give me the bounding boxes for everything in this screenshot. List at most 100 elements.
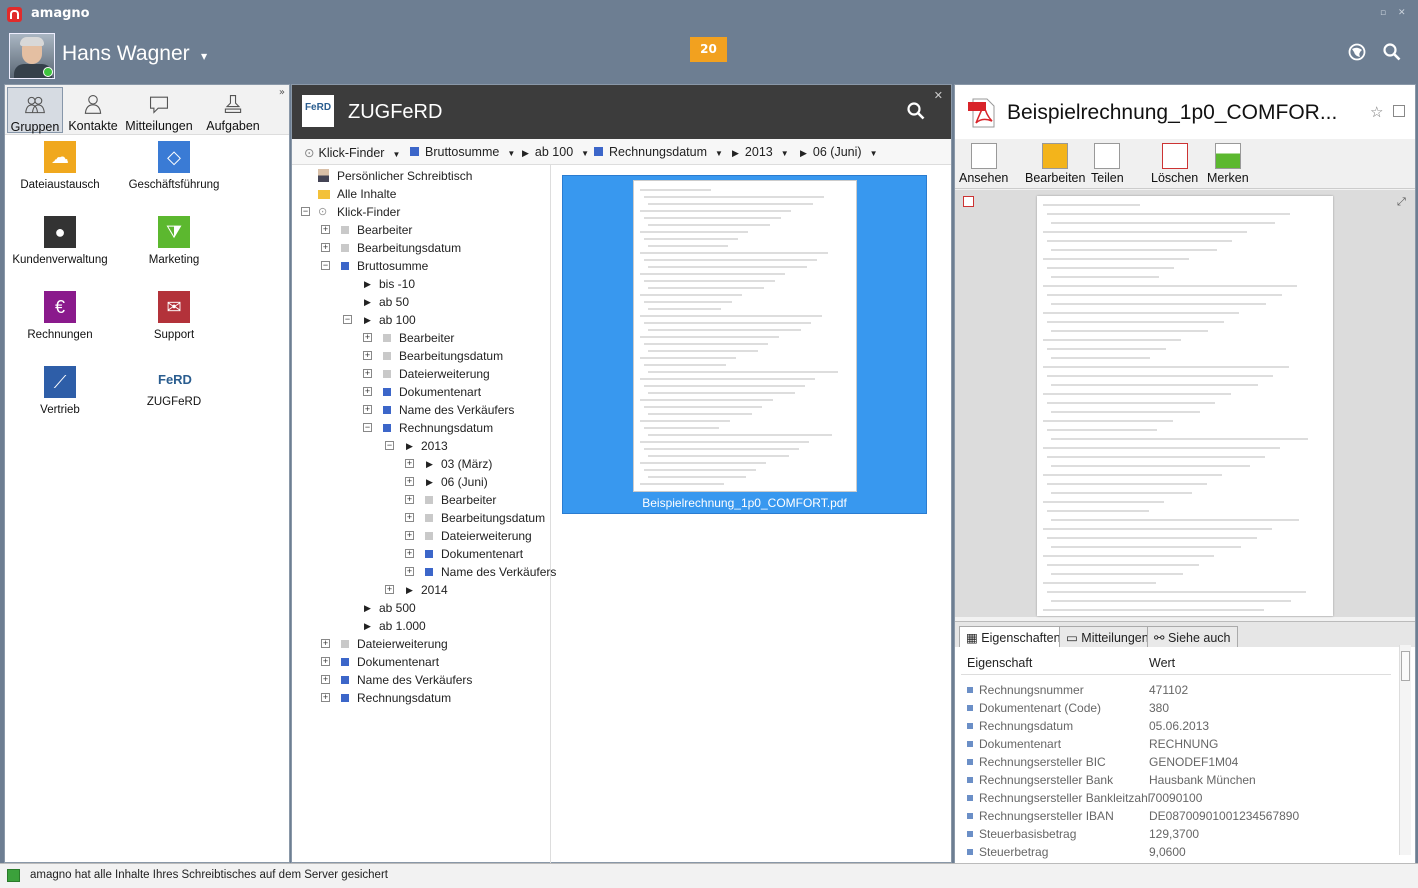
tree-item[interactable]: ▶ ab 1.000 <box>292 617 550 635</box>
fullscreen-icon[interactable]: ⤢ <box>1397 196 1409 208</box>
user-name[interactable]: Hans Wagner <box>62 42 190 66</box>
tree-item[interactable]: + ▶ 03 (März) <box>292 455 550 473</box>
breadcrumb-item[interactable]: ▶ 2013 ▼ <box>732 145 789 159</box>
teilen-button[interactable]: Teilen <box>1091 143 1124 185</box>
tree-item[interactable]: + Rechnungsdatum <box>292 689 550 707</box>
tree-item[interactable]: + Dateierweiterung <box>292 527 550 545</box>
breadcrumb-item[interactable]: ▶ 06 (Juni) ▼ <box>800 145 877 159</box>
tree-item[interactable]: + Name des Verkäufers <box>292 671 550 689</box>
tab-mitteilungen[interactable]: ▭ Mitteilungen <box>1059 626 1156 648</box>
tree-item[interactable]: + Dokumentenart <box>292 545 550 563</box>
collapse-panel-icon[interactable]: » <box>279 87 285 98</box>
scrollbar[interactable] <box>1399 645 1411 855</box>
favorite-star-icon[interactable]: ☆ <box>1370 103 1383 121</box>
tree-item[interactable]: + Dokumentenart <box>292 383 550 401</box>
close-panel-icon[interactable]: ✕ <box>934 89 943 102</box>
tree-item[interactable]: ▶ ab 500 <box>292 599 550 617</box>
expand-icon[interactable]: + <box>321 639 330 648</box>
expand-icon[interactable]: + <box>363 387 372 396</box>
tree-item[interactable]: ▶ bis -10 <box>292 275 550 293</box>
tree-item[interactable]: − ▶ ab 100 <box>292 311 550 329</box>
bearbeiten-button[interactable]: Bearbeiten <box>1025 143 1085 185</box>
collapse-icon[interactable]: − <box>385 441 394 450</box>
tree-item[interactable]: + Bearbeitungsdatum <box>292 239 550 257</box>
tree-item[interactable]: + Name des Verkäufers <box>292 401 550 419</box>
expand-icon[interactable]: + <box>405 495 414 504</box>
expand-icon[interactable]: + <box>405 459 414 468</box>
restore-window-icon[interactable]: ▫ <box>1380 8 1390 18</box>
expand-icon[interactable]: + <box>321 693 330 702</box>
tree-item[interactable]: − Rechnungsdatum <box>292 419 550 437</box>
group-tile[interactable]: € Rechnungen <box>5 291 115 341</box>
group-tile[interactable]: ● Kundenverwaltung <box>5 216 115 266</box>
expand-icon[interactable]: + <box>321 225 330 234</box>
tree-item[interactable]: + Bearbeiter <box>292 221 550 239</box>
expand-icon[interactable]: + <box>363 369 372 378</box>
group-tile[interactable]: ⟋ Vertrieb <box>5 366 115 416</box>
expand-icon[interactable]: + <box>385 585 394 594</box>
expand-icon[interactable]: + <box>321 657 330 666</box>
breadcrumb-item[interactable]: ⊙ Klick-Finder ▼ <box>304 145 400 160</box>
invoice-page[interactable] <box>1037 196 1333 616</box>
tree-item[interactable]: ▶ ab 50 <box>292 293 550 311</box>
expand-icon[interactable]: + <box>363 333 372 342</box>
expand-icon[interactable]: + <box>405 567 414 576</box>
collapse-icon[interactable]: − <box>343 315 352 324</box>
tree-item[interactable]: Persönlicher Schreibtisch <box>292 167 550 185</box>
property-value: 9,0600 <box>1149 845 1186 859</box>
group-tile[interactable]: ☁ Dateiaustausch <box>5 141 115 191</box>
tree-item[interactable]: + ▶ 2014 <box>292 581 550 599</box>
group-tile[interactable]: FeRD ZUGFeRD <box>119 366 229 408</box>
tree-item[interactable]: + ▶ 06 (Juni) <box>292 473 550 491</box>
tab-kontakte[interactable]: Kontakte <box>65 87 121 133</box>
expand-icon[interactable]: + <box>405 531 414 540</box>
tree-item[interactable]: + Dateierweiterung <box>292 365 550 383</box>
tree-item[interactable]: + Bearbeitungsdatum <box>292 347 550 365</box>
user-menu-chevron-icon[interactable]: ▼ <box>201 52 207 61</box>
split-view-icon[interactable] <box>1393 105 1405 117</box>
collapse-icon[interactable]: − <box>321 261 330 270</box>
tree-item[interactable]: + Bearbeitungsdatum <box>292 509 550 527</box>
tree-item[interactable]: + Dokumentenart <box>292 653 550 671</box>
tree-item[interactable]: − ▶ 2013 <box>292 437 550 455</box>
tab-aufgaben[interactable]: Aufgaben <box>201 87 265 133</box>
tab-gruppen[interactable]: Gruppen <box>7 87 63 134</box>
category-square-icon <box>341 244 349 252</box>
merken-button[interactable]: Merken <box>1207 143 1249 185</box>
löschen-button[interactable]: Löschen <box>1151 143 1198 185</box>
tree-item[interactable]: − Bruttosumme <box>292 257 550 275</box>
tree-item[interactable]: + Bearbeiter <box>292 491 550 509</box>
tree-item[interactable]: + Bearbeiter <box>292 329 550 347</box>
notification-badge[interactable]: 20 <box>690 37 727 62</box>
breadcrumb-item[interactable]: ▶ ab 100 ▼ <box>522 145 589 159</box>
expand-icon[interactable]: + <box>405 513 414 522</box>
tab-eigenschaften[interactable]: ▦ Eigenschaften <box>959 626 1068 648</box>
collapse-icon[interactable]: − <box>363 423 372 432</box>
group-tile[interactable]: ✉ Support <box>119 291 229 341</box>
ansehen-button[interactable]: Ansehen <box>959 143 1008 185</box>
group-tile[interactable]: ⧩ Marketing <box>119 216 229 266</box>
document-thumbnail[interactable]: Beispielrechnung_1p0_COMFORT.pdf <box>562 175 927 514</box>
tab-siehe-auch[interactable]: ⚯ Siehe auch <box>1147 626 1238 648</box>
tree-label: Klick-Finder <box>337 205 401 219</box>
collapse-icon[interactable]: − <box>301 207 310 216</box>
tree-item[interactable]: + Name des Verkäufers <box>292 563 556 581</box>
globe-icon[interactable] <box>1348 43 1366 61</box>
search-icon[interactable] <box>1383 43 1401 61</box>
expand-icon[interactable]: + <box>321 243 330 252</box>
expand-icon[interactable]: + <box>405 477 414 486</box>
tree-item[interactable]: − ⊙ Klick-Finder <box>292 203 550 221</box>
tab-mitteilungen[interactable]: Mitteilungen <box>123 87 195 133</box>
expand-icon[interactable]: + <box>405 549 414 558</box>
expand-icon[interactable]: + <box>363 351 372 360</box>
tree-item[interactable]: Alle Inhalte <box>292 185 550 203</box>
breadcrumb-item[interactable]: Rechnungsdatum ▼ <box>594 145 723 159</box>
search-icon[interactable] <box>907 102 925 120</box>
expand-icon[interactable]: + <box>363 405 372 414</box>
close-window-icon[interactable]: ✕ <box>1398 8 1408 18</box>
breadcrumb-item[interactable]: Bruttosumme ▼ <box>410 145 515 159</box>
avatar[interactable] <box>9 33 55 79</box>
expand-icon[interactable]: + <box>321 675 330 684</box>
group-tile[interactable]: ◇ Geschäftsführung <box>119 141 229 191</box>
tree-item[interactable]: + Dateierweiterung <box>292 635 550 653</box>
